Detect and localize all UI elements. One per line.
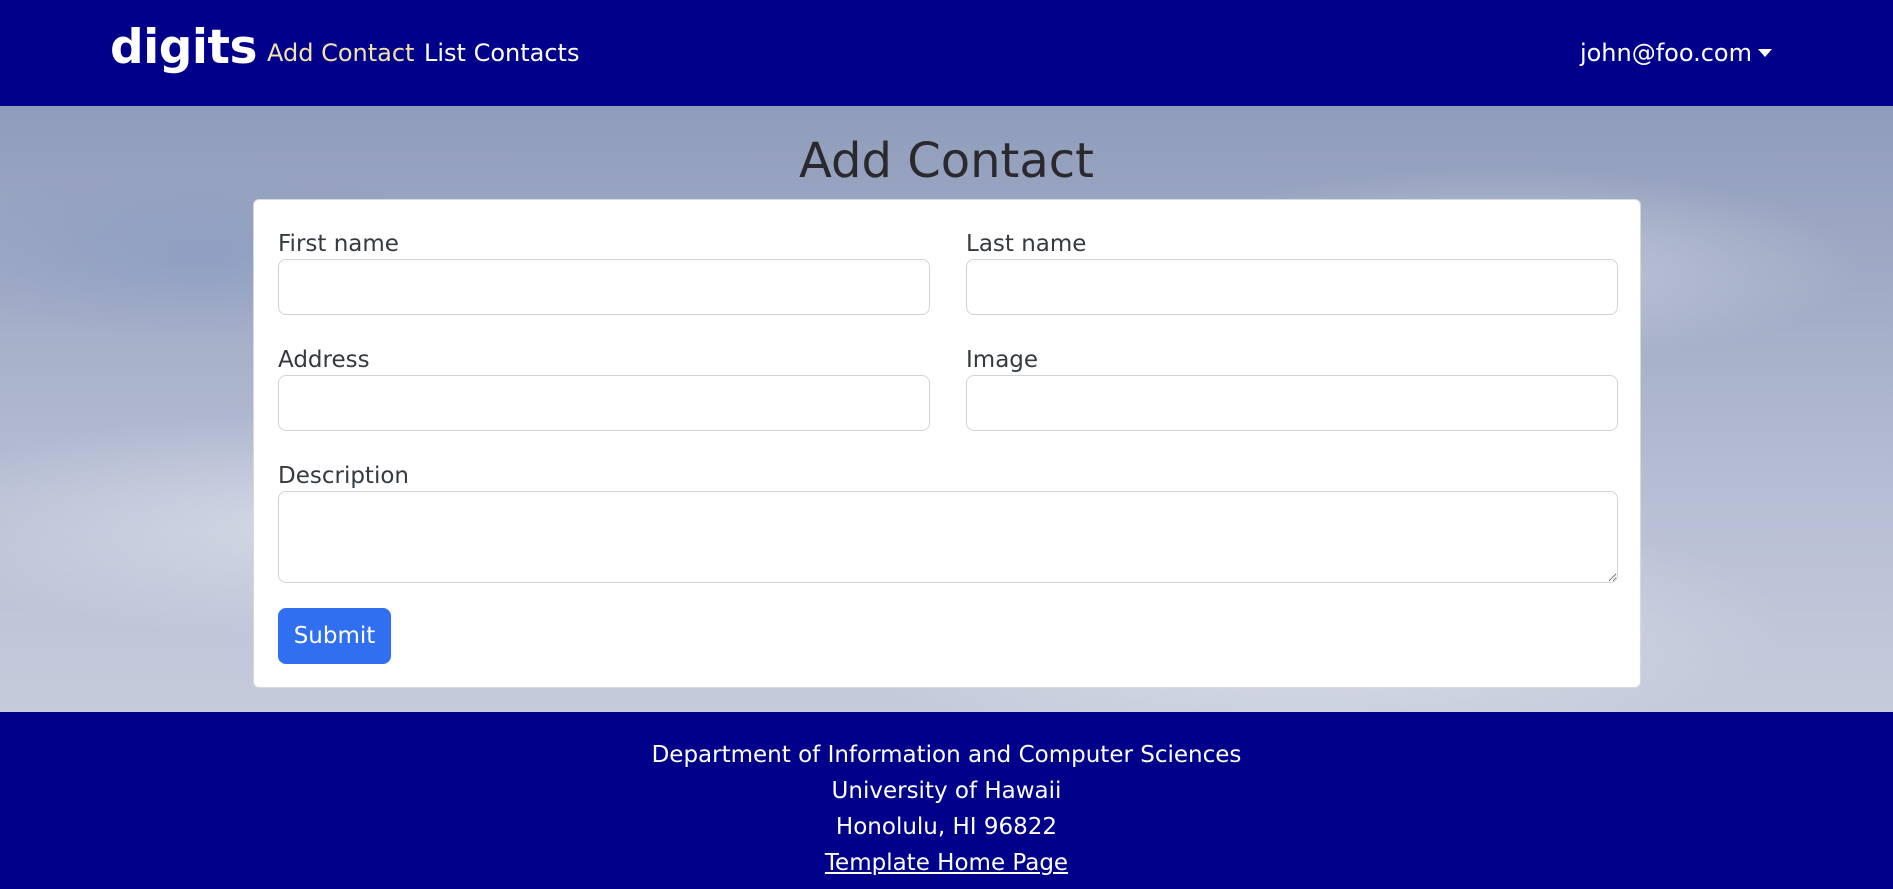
footer-university: University of Hawaii (831, 778, 1062, 804)
description-label: Description (278, 463, 409, 489)
page-title: Add Contact (799, 133, 1094, 189)
add-contact-form: First name Last name Address Image Descr… (253, 199, 1641, 688)
footer-department: Department of Information and Computer S… (651, 742, 1242, 768)
footer-link-row: Template Home Page (0, 848, 1893, 878)
address-input[interactable] (278, 375, 930, 431)
footer-address: Honolulu, HI 96822 (835, 814, 1058, 840)
last-name-input[interactable] (966, 259, 1618, 315)
image-input[interactable] (966, 375, 1618, 431)
last-name-label: Last name (966, 231, 1087, 257)
user-dropdown[interactable]: john@foo.com (1580, 38, 1772, 68)
brand-logo[interactable]: digits (110, 18, 257, 78)
image-label: Image (966, 347, 1039, 373)
caret-down-icon (1758, 49, 1772, 57)
address-label: Address (278, 347, 370, 373)
first-name-input[interactable] (278, 259, 930, 315)
description-textarea[interactable] (278, 491, 1618, 583)
footer: Department of Information and Computer S… (0, 712, 1893, 889)
template-home-link[interactable]: Template Home Page (825, 850, 1068, 876)
first-name-label: First name (278, 231, 399, 257)
nav-add-contact[interactable]: Add Contact (267, 38, 414, 68)
user-email: john@foo.com (1579, 39, 1752, 67)
submit-button[interactable]: Submit (278, 608, 391, 664)
navbar: digits Add Contact List Contacts john@fo… (0, 0, 1893, 106)
nav-list-contacts[interactable]: List Contacts (424, 38, 579, 68)
